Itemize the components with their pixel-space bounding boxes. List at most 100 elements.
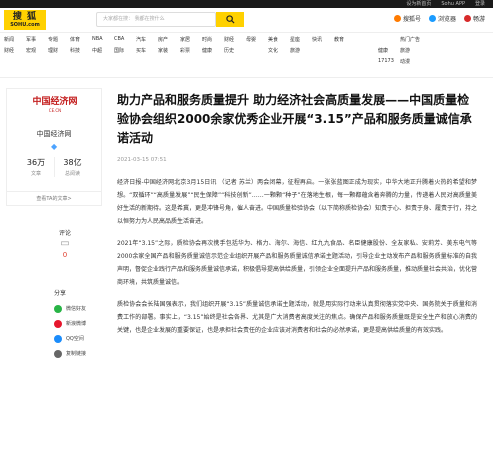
browser-link[interactable]: 浏览器 — [428, 14, 456, 23]
qzone-icon — [54, 334, 62, 343]
nav-link[interactable]: 热门广告 — [400, 36, 422, 46]
nav-link[interactable]: 中超 — [92, 47, 114, 57]
nav-link — [114, 58, 136, 68]
browser-icon — [428, 15, 436, 22]
nav-link — [92, 58, 114, 68]
share-qzone[interactable]: QQ空间 — [54, 331, 104, 346]
article-title: 助力产品和服务质量提升 助力经济社会高质量发展——中国质量检验协会组织2000余… — [117, 93, 472, 145]
nav-link — [312, 47, 334, 57]
author-logo-title: 中国经济网 — [32, 97, 78, 107]
header-product-links: 搜狐号 浏览器 畅游 — [393, 14, 485, 23]
logo-text-cn: 搜 狐 — [12, 12, 38, 22]
nav-link — [312, 58, 334, 68]
left-sidebar: 中国经济网 CE.CN 中国经济网 ◆ 36万 文章 38亿 总阅读 查看TA的… — [0, 80, 104, 358]
nav-link — [202, 58, 224, 68]
nav-link — [4, 58, 26, 68]
author-stats: 36万 文章 38亿 总阅读 — [7, 157, 101, 177]
nav-link[interactable]: 汽车 — [136, 36, 158, 46]
top-utility-bar: 设为新首页 Sohu APP 登录 — [0, 0, 493, 8]
nav-link[interactable]: 家装 — [158, 47, 180, 57]
nav-link — [378, 36, 400, 46]
weibo-icon — [54, 319, 62, 328]
author-name[interactable]: 中国经济网 — [7, 129, 101, 139]
nav-link[interactable]: 科技 — [70, 47, 92, 57]
search-placeholder: 大家都在搜： — [103, 16, 134, 22]
site-header: 搜 狐 SOHU.com 大家都在搜： 我都在搜什么 搜狐号 浏览器 畅游 — [0, 8, 493, 32]
nav-link[interactable]: 房产 — [158, 36, 180, 46]
search-input[interactable]: 大家都在搜： 我都在搜什么 — [96, 12, 216, 27]
article-paragraph: 经济日报-中国经济网北京3月15日讯 （记者 苏兰）两会闭幕，征程再启。一张张蓝… — [117, 179, 478, 225]
nav-link[interactable]: NBA — [92, 36, 114, 46]
nav-row-1: 新闻 军事 专题 体育 NBA CBA 汽车 房产 家居 时尚 财经 母婴 美食 星座 快讯 教育 热门广告 — [0, 36, 493, 46]
nav-link[interactable]: 专题 — [48, 36, 70, 46]
nav-link[interactable]: CBA — [114, 36, 136, 46]
nav-link — [26, 58, 48, 68]
nav-link[interactable]: 文化 — [268, 47, 290, 57]
changyou-link[interactable]: 畅游 — [463, 14, 485, 23]
nav-link — [158, 58, 180, 68]
sohu-app-link[interactable]: Sohu APP — [441, 0, 465, 8]
nav-link — [246, 47, 268, 57]
diamond-icon: ◆ — [51, 142, 58, 151]
nav-link — [290, 58, 312, 68]
nav-link[interactable]: 星座 — [290, 36, 312, 46]
nav-row-2: 财经 宏观 理财 科技 中超 国际 买车 家装 彩票 健康 历史 文化 旅游 健康 旅游 — [0, 47, 493, 57]
nav-link[interactable]: 体育 — [70, 36, 92, 46]
nav-row-3: 17173 动漫 — [0, 58, 493, 68]
nav-link — [268, 58, 290, 68]
nav-link[interactable]: 动漫 — [400, 58, 422, 68]
nav-link[interactable]: 17173 — [378, 58, 400, 68]
nav-link[interactable]: 彩票 — [180, 47, 202, 57]
login-link[interactable]: 登录 — [475, 0, 485, 8]
search-hint: 我都在搜什么 — [134, 16, 165, 22]
nav-link[interactable]: 理财 — [48, 47, 70, 57]
nav-link — [334, 47, 356, 57]
author-logo[interactable]: 中国经济网 CE.CN — [30, 97, 80, 119]
nav-link[interactable]: 教育 — [334, 36, 356, 46]
share-wechat[interactable]: 微信好友 — [54, 301, 104, 316]
nav-link[interactable]: 美食 — [268, 36, 290, 46]
comment-label: 评论 — [58, 230, 71, 237]
nav-link — [180, 58, 202, 68]
nav-link — [70, 58, 92, 68]
nav-link — [136, 58, 158, 68]
nav-link[interactable]: 快讯 — [312, 36, 334, 46]
nav-link[interactable]: 军事 — [26, 36, 48, 46]
link-icon — [54, 349, 62, 358]
nav-link — [48, 58, 70, 68]
nav-link[interactable]: 母婴 — [246, 36, 268, 46]
search-icon — [225, 15, 235, 24]
nav-link[interactable]: 财经 — [224, 36, 246, 46]
comment-button[interactable]: 评论 ▭ 0 — [54, 228, 76, 259]
author-logo-sub: CE.CN — [48, 108, 62, 113]
nav-link[interactable]: 家居 — [180, 36, 202, 46]
nav-link[interactable]: 买车 — [136, 47, 158, 57]
nav-link — [356, 36, 378, 46]
search-button[interactable] — [216, 12, 244, 27]
nav-link[interactable]: 历史 — [224, 47, 246, 57]
nav-link[interactable]: 财经 — [4, 47, 26, 57]
view-author-articles-link[interactable]: 查看TA的文章> — [7, 191, 101, 205]
nav-link[interactable]: 健康 — [378, 47, 400, 57]
sohu-logo[interactable]: 搜 狐 SOHU.com — [4, 10, 46, 30]
article-date: 2021-03-15 07:51 — [117, 157, 167, 163]
nav-link[interactable]: 旅游 — [290, 47, 312, 57]
nav-link[interactable]: 新闻 — [4, 36, 26, 46]
nav-link[interactable]: 国际 — [114, 47, 136, 57]
nav-link — [356, 58, 378, 68]
nav-link[interactable]: 健康 — [202, 47, 224, 57]
share-label: 分享 — [54, 290, 67, 297]
set-homepage-link[interactable]: 设为新首页 — [406, 0, 431, 8]
stat-reads: 38亿 总阅读 — [54, 157, 90, 177]
sohuhao-link[interactable]: 搜狐号 — [393, 14, 421, 23]
share-weibo[interactable]: 新浪微博 — [54, 316, 104, 331]
nav-link[interactable]: 旅游 — [400, 47, 422, 57]
nav-link[interactable]: 宏观 — [26, 47, 48, 57]
share-copy-link[interactable]: 复制链接 — [54, 346, 104, 361]
logo-text-en: SOHU.com — [10, 22, 40, 28]
share-panel: 分享 微信好友 新浪微博 QQ空间 复制链接 — [54, 288, 104, 361]
nav-link — [334, 58, 356, 68]
comment-count: 0 — [62, 251, 68, 259]
changyou-icon — [463, 15, 471, 22]
nav-link[interactable]: 时尚 — [202, 36, 224, 46]
